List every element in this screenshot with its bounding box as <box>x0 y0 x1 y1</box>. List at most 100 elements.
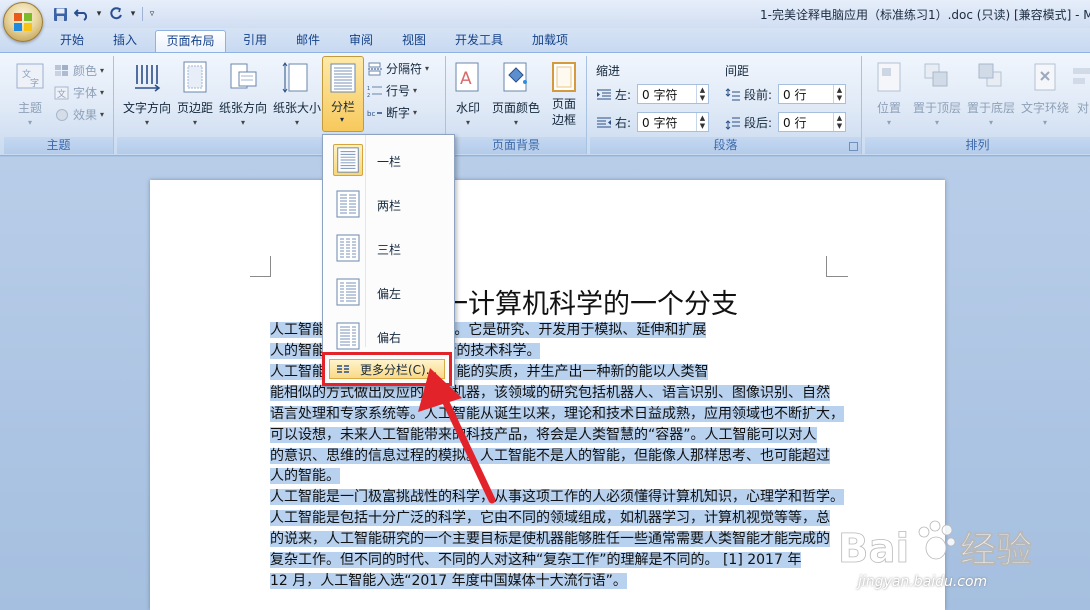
tab-page-layout[interactable]: 页面布局 <box>155 30 226 52</box>
two-columns-icon <box>336 190 360 218</box>
svg-text:字: 字 <box>30 77 39 89</box>
tab-references[interactable]: 引用 <box>232 30 278 52</box>
theme-icon: 文字 <box>16 63 44 89</box>
three-columns-icon <box>336 234 360 262</box>
title-bar: ▾ ▾ ▿ 1-完美诠释电脑应用（标准练习1）.doc (只读) [兼容模式] … <box>0 0 1090 28</box>
chevron-down-icon: ▾ <box>886 118 891 127</box>
watermark-button[interactable]: A 水印 ▾ <box>450 60 486 127</box>
orientation-button[interactable]: 纸张方向 ▾ <box>217 60 269 127</box>
align-button[interactable]: 对 <box>1073 60 1090 116</box>
redo-icon[interactable] <box>106 5 126 23</box>
office-button[interactable] <box>3 2 43 42</box>
page-borders-icon <box>552 62 576 92</box>
group-theme: 文字 主题 ▾ 颜色 ▾ 文 字体 ▾ 效果 ▾ 主题 <box>4 56 114 154</box>
page-size-icon <box>282 62 308 93</box>
send-to-back-button[interactable]: 置于底层 ▾ <box>965 60 1017 127</box>
text-line[interactable]: 复杂工作。但不同的时代、不同的人对这种“复杂工作”的理解是不同的。 [1] 20… <box>270 550 802 571</box>
columns-icon <box>330 63 356 93</box>
svg-text:A: A <box>460 69 472 89</box>
spinner-icon[interactable]: ▲ ▼ <box>833 113 845 131</box>
spacing-before-field[interactable]: 0 行 ▲ ▼ <box>778 84 846 104</box>
chevron-down-icon: ▾ <box>27 118 32 127</box>
group-label-paragraph: 段落 <box>590 137 861 154</box>
chevron-down-icon: ▾ <box>465 118 470 127</box>
size-button[interactable]: 纸张大小 ▾ <box>271 60 323 127</box>
tab-review[interactable]: 审阅 <box>338 30 384 52</box>
text-line[interactable]: 的意识、思维的信息过程的模拟。人工智能不是人的智能，但能像人那样思考、也可能超过 <box>270 446 830 467</box>
text-line[interactable]: 可以设想，未来人工智能带来的科技产品，将会是人类智慧的“容器”。人工智能可以对人 <box>270 425 817 446</box>
qat-separator <box>142 7 143 21</box>
hyphenation-button[interactable]: bc 断字 ▾ <box>367 104 417 121</box>
text-line[interactable]: 人工智能是一门极富挑战性的科学，从事这项工作的人必须懂得计算机知识，心理学和哲学… <box>270 487 844 508</box>
undo-dropdown-icon[interactable]: ▾ <box>94 9 104 19</box>
text-line[interactable]: 人的智能。 <box>270 466 340 487</box>
spinner-icon[interactable]: ▲ ▼ <box>696 113 708 131</box>
position-button[interactable]: 位置 ▾ <box>869 60 909 127</box>
spacing-before-icon <box>725 87 740 100</box>
right-column-icon <box>336 322 360 350</box>
spacing-after-field[interactable]: 0 行 ▲ ▼ <box>778 112 846 132</box>
undo-icon[interactable] <box>72 5 92 23</box>
document-heading[interactable]: 一计算机科学的一个分支 <box>441 282 738 321</box>
chevron-down-icon: ▾ <box>192 118 197 127</box>
page-borders-button[interactable]: 页面 边框 <box>546 60 582 128</box>
crop-mark <box>270 256 271 276</box>
columns-small-icon <box>337 365 349 373</box>
indent-right-icon <box>597 117 611 127</box>
tab-home[interactable]: 开始 <box>48 30 96 52</box>
page-color-button[interactable]: 页面颜色 ▾ <box>490 60 542 127</box>
indent-title: 缩进 <box>596 64 621 78</box>
margins-button[interactable]: 页边距 ▾ <box>175 60 215 127</box>
text-line[interactable]: 的说来，人工智能研究的一个主要目标是使机器能够胜任一些通常需要人类智能才能完成的 <box>270 529 830 550</box>
effects-button[interactable]: 效果 ▾ <box>54 106 104 123</box>
svg-text:1: 1 <box>367 86 370 92</box>
crop-mark <box>250 276 271 277</box>
chevron-down-icon: ▾ <box>144 118 149 127</box>
effects-icon <box>56 108 68 121</box>
colors-button[interactable]: 颜色 ▾ <box>54 62 104 79</box>
text-wrap-button[interactable]: 文字环绕 ▾ <box>1019 60 1071 127</box>
spinner-icon[interactable]: ▲ ▼ <box>696 85 708 103</box>
watermark-url: jingyan.baidu.com <box>858 574 988 590</box>
text-line[interactable]: 人工智能是包括十分广泛的科学，它由不同的领域组成，如机器学习，计算机视觉等等，总 <box>270 508 830 529</box>
redo-dropdown-icon[interactable]: ▾ <box>128 9 138 19</box>
paragraph-launcher-icon[interactable] <box>849 142 858 151</box>
watermark-brand: Bai <box>838 526 909 572</box>
chevron-down-icon: ▾ <box>934 118 939 127</box>
svg-text:文: 文 <box>57 88 66 100</box>
customize-qat-icon[interactable]: ▿ <box>147 9 157 19</box>
breaks-button[interactable]: 分隔符 ▾ <box>367 60 429 77</box>
menu-item-two-columns[interactable]: 两栏 <box>327 183 450 227</box>
fonts-button[interactable]: 文 字体 ▾ <box>54 84 104 101</box>
tab-insert[interactable]: 插入 <box>102 30 148 52</box>
tab-developer[interactable]: 开发工具 <box>444 30 514 52</box>
more-columns-highlight: 更多分栏(C)... <box>329 359 445 379</box>
svg-text:2: 2 <box>367 93 370 98</box>
ribbon: 文字 主题 ▾ 颜色▾ 文 字体▾ 效果▾ 主题 文字方向 ▾ 页边距 ▾ <box>0 52 1090 156</box>
text-line[interactable]: 12 月，人工智能入选“2017 年度中国媒体十大流行语”。 <box>270 571 627 592</box>
font-icon: 文 <box>54 86 69 100</box>
line-numbers-icon: 12 <box>367 86 382 98</box>
tab-mailings[interactable]: 邮件 <box>285 30 331 52</box>
page-break-icon <box>368 62 382 75</box>
tab-addins[interactable]: 加载项 <box>520 30 580 52</box>
menu-item-left[interactable]: 偏左 <box>327 271 450 315</box>
save-icon[interactable] <box>50 5 70 23</box>
hyphenation-icon: bc <box>367 110 382 118</box>
text-line[interactable]: 语言处理和专家系统等。人工智能从诞生以来，理论和技术日益成熟，应用领域也不断扩大… <box>270 404 844 425</box>
crop-mark <box>826 276 848 277</box>
spacing-title: 间距 <box>725 64 750 78</box>
menu-item-one-column[interactable]: 一栏 <box>327 139 450 183</box>
indent-right-field[interactable]: 0 字符 ▲ ▼ <box>637 112 709 132</box>
columns-button[interactable]: 分栏 ▾ <box>322 56 364 132</box>
text-direction-button[interactable]: 文字方向 ▾ <box>121 60 173 127</box>
more-columns-button[interactable]: 更多分栏(C)... <box>322 352 452 386</box>
bring-to-front-button[interactable]: 置于顶层 ▾ <box>911 60 963 127</box>
window-title: 1-完美诠释电脑应用（标准练习1）.doc (只读) [兼容模式] - M <box>760 8 1090 22</box>
line-numbers-button[interactable]: 12 行号 ▾ <box>367 82 417 99</box>
menu-item-three-columns[interactable]: 三栏 <box>327 227 450 271</box>
spinner-icon[interactable]: ▲ ▼ <box>833 85 845 103</box>
tab-view[interactable]: 视图 <box>391 30 437 52</box>
indent-left-field[interactable]: 0 字符 ▲ ▼ <box>637 84 709 104</box>
theme-button[interactable]: 文字 主题 ▾ <box>10 60 50 127</box>
